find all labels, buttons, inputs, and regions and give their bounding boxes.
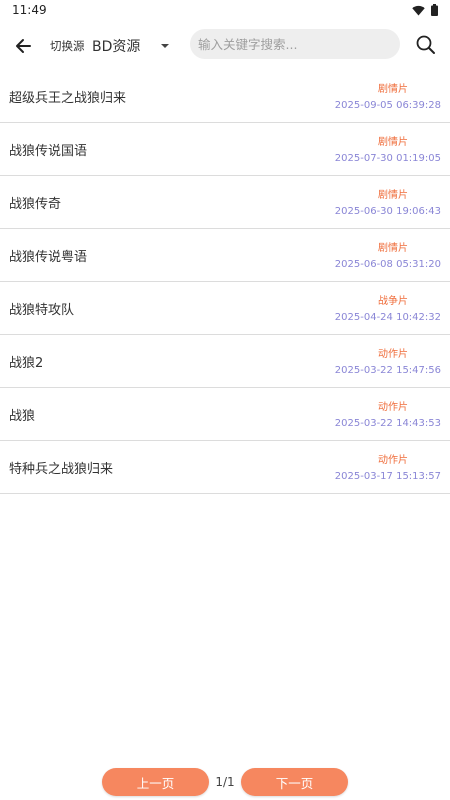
result-genre: 动作片 <box>378 455 408 466</box>
result-row[interactable]: 超级兵王之战狼归来 剧情片 2025-09-05 06:39:28 <box>0 70 450 123</box>
result-row[interactable]: 战狼 动作片 2025-03-22 14:43:53 <box>0 388 450 441</box>
result-genre: 动作片 <box>378 349 408 360</box>
source-dropdown[interactable]: BD资源 <box>90 32 180 60</box>
battery-icon <box>431 4 438 16</box>
source-dropdown-value: BD资源 <box>92 39 141 55</box>
search-icon[interactable] <box>414 33 438 57</box>
result-row[interactable]: 战狼传说国语 剧情片 2025-07-30 01:19:05 <box>0 123 450 176</box>
search-toolbar: 切换源 BD资源 <box>0 24 450 68</box>
search-input[interactable] <box>190 29 400 59</box>
next-page-button[interactable]: 下一页 <box>241 768 348 796</box>
result-row[interactable]: 战狼2 动作片 2025-03-22 15:47:56 <box>0 335 450 388</box>
result-title: 战狼传奇 <box>9 197 62 212</box>
result-genre: 剧情片 <box>378 137 408 148</box>
result-title: 超级兵王之战狼归来 <box>9 91 127 106</box>
result-date: 2025-09-05 06:39:28 <box>334 100 441 111</box>
pagination: 上一页 1/1 下一页 <box>0 768 450 796</box>
result-title: 战狼2 <box>9 356 44 371</box>
result-date: 2025-03-17 15:13:57 <box>334 471 441 482</box>
result-genre: 战争片 <box>378 296 408 307</box>
back-arrow-icon[interactable] <box>10 32 38 60</box>
result-genre: 动作片 <box>378 402 408 413</box>
result-list: 超级兵王之战狼归来 剧情片 2025-09-05 06:39:28 战狼传说国语 剧情片… <box>0 70 450 494</box>
prev-page-button[interactable]: 上一页 <box>102 768 209 796</box>
result-genre: 剧情片 <box>378 84 408 95</box>
result-genre: 剧情片 <box>378 243 408 254</box>
wifi-icon <box>412 5 425 15</box>
result-date: 2025-06-08 05:31:20 <box>334 259 441 270</box>
result-title: 战狼传说国语 <box>9 144 88 159</box>
result-row[interactable]: 战狼特攻队 战争片 2025-04-24 10:42:32 <box>0 282 450 335</box>
result-date: 2025-03-22 15:47:56 <box>334 365 441 376</box>
result-date: 2025-06-30 19:06:43 <box>334 206 441 217</box>
result-row[interactable]: 特种兵之战狼归来 动作片 2025-03-17 15:13:57 <box>0 441 450 494</box>
status-bar: 11:49 <box>0 0 450 22</box>
result-row[interactable]: 战狼传奇 剧情片 2025-06-30 19:06:43 <box>0 176 450 229</box>
result-title: 战狼特攻队 <box>9 303 75 318</box>
result-title: 战狼 <box>9 409 36 424</box>
caret-down-icon <box>161 44 169 48</box>
result-date: 2025-04-24 10:42:32 <box>334 312 441 323</box>
result-title: 战狼传说粤语 <box>9 250 88 265</box>
status-time: 11:49 <box>12 3 47 17</box>
result-title: 特种兵之战狼归来 <box>9 462 114 477</box>
status-icons <box>412 4 438 16</box>
page-indicator: 1/1 <box>215 775 235 789</box>
result-genre: 剧情片 <box>378 190 408 201</box>
result-date: 2025-03-22 14:43:53 <box>334 418 441 429</box>
switch-source-label: 切换源 <box>50 39 85 53</box>
result-date: 2025-07-30 01:19:05 <box>334 153 441 164</box>
result-row[interactable]: 战狼传说粤语 剧情片 2025-06-08 05:31:20 <box>0 229 450 282</box>
